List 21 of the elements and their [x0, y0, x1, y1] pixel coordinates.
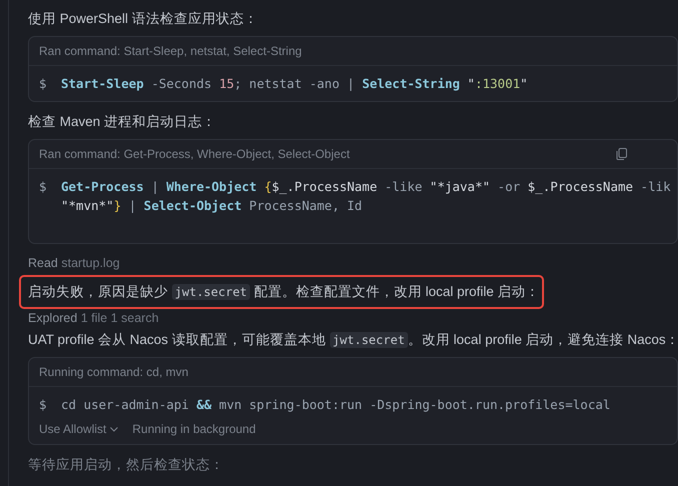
prompt-sign: $	[39, 396, 48, 414]
message-text: 等待应用启动，然后检查状态：	[28, 457, 224, 472]
copy-icon[interactable]	[616, 148, 627, 160]
activity-note: Explored 1 file 1 search	[28, 311, 159, 325]
allowlist-dropdown[interactable]: Use Allowlist	[39, 422, 118, 436]
prompt-sign: $	[39, 75, 48, 93]
activity-note: Read startup.log	[28, 256, 120, 270]
code-line: Start-Sleep -Seconds 15; netstat -ano | Select-String ":13001"	[61, 75, 528, 93]
prompt-sign: $	[39, 178, 48, 196]
code-line: "*mvn*"} | Select-Object ProcessName, Id	[61, 197, 362, 215]
chevron-down-icon	[110, 426, 118, 432]
message-text: 启动失败，原因是缺少 jwt.secret 配置。检查配置文件，改用 local profile 启动：	[21, 277, 542, 307]
command-header: Ran command: Get-Process, Where-Object, Select-Object	[39, 147, 351, 161]
status-label: Running in background	[132, 422, 256, 436]
command-header: Running command: cd, mvn	[39, 365, 190, 379]
message-text: 使用 PowerShell 语法检查应用状态：	[28, 11, 258, 26]
code-line: Get-Process | Where-Object {$_.ProcessName -like "*java*" -or $_.ProcessName -lik	[61, 178, 671, 196]
message-text: 检查 Maven 进程和启动日志：	[28, 114, 216, 129]
code-line: cd user-admin-api && mvn spring-boot:run -Dspring-boot.run.profiles=local	[61, 396, 610, 414]
message-text: UAT profile 会从 Nacos 读取配置，可能覆盖本地 jwt.secret 。改用 local profile 启动，避免连接 Nacos：	[28, 332, 678, 347]
command-header: Ran command: Start-Sleep, netstat, Select-String	[39, 44, 303, 58]
